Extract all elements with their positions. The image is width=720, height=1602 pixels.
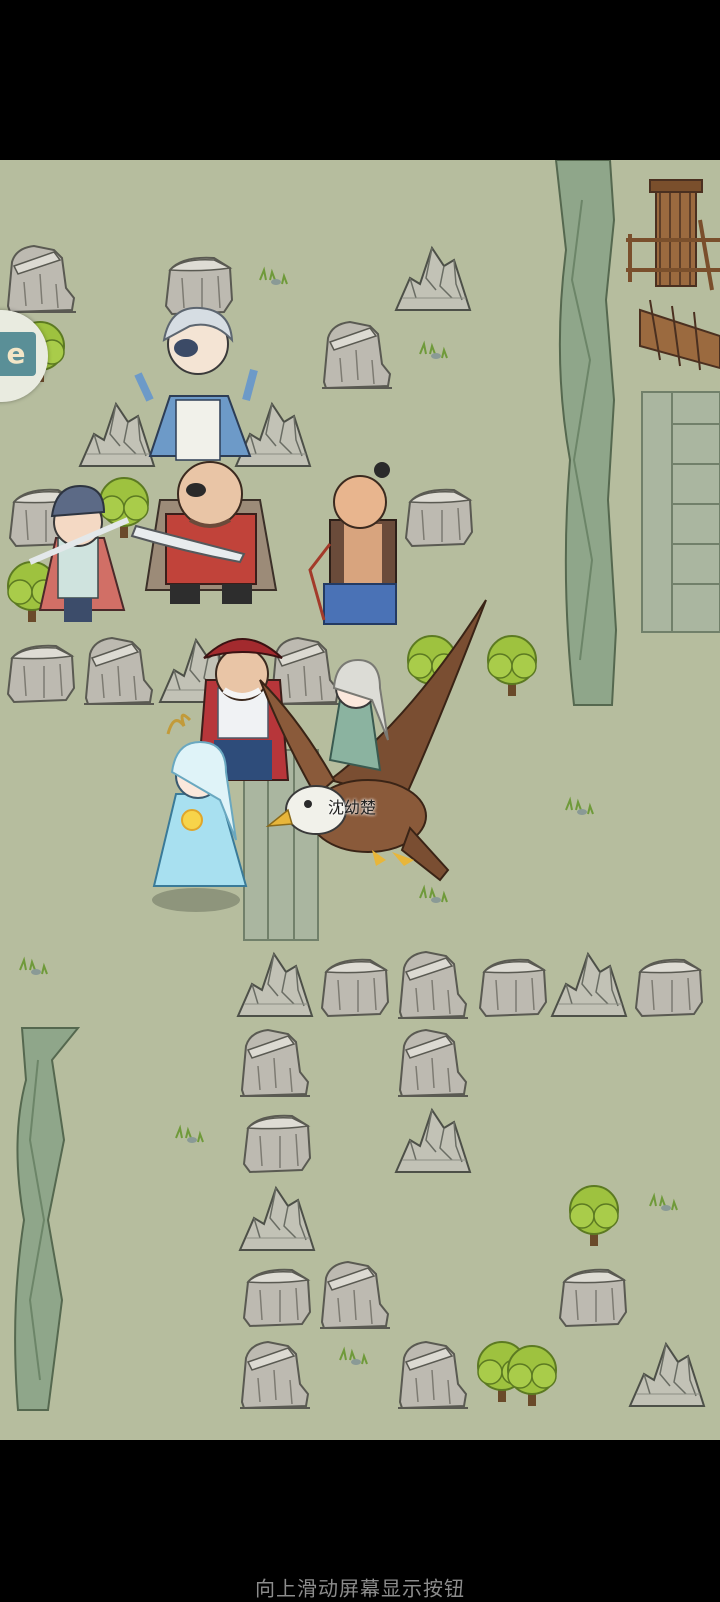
game-map[interactable]: e 沈幼楚 [0, 160, 720, 1440]
swipe-up-hint[interactable]: 向上滑动屏幕显示按钮 [0, 1573, 720, 1602]
left-cliff [14, 1027, 81, 1411]
character-bald-brute[interactable] [308, 462, 397, 625]
right-cliff [554, 160, 618, 706]
character-one-eyed-bandit[interactable] [130, 461, 278, 604]
player-name-label: 沈幼楚 [328, 798, 377, 817]
status-bar-area [0, 0, 720, 160]
wooden-fort [626, 179, 720, 371]
stone-road-right [641, 391, 720, 633]
game-badge-icon: e [0, 332, 36, 376]
character-white-haired-swordsman[interactable] [134, 306, 258, 461]
